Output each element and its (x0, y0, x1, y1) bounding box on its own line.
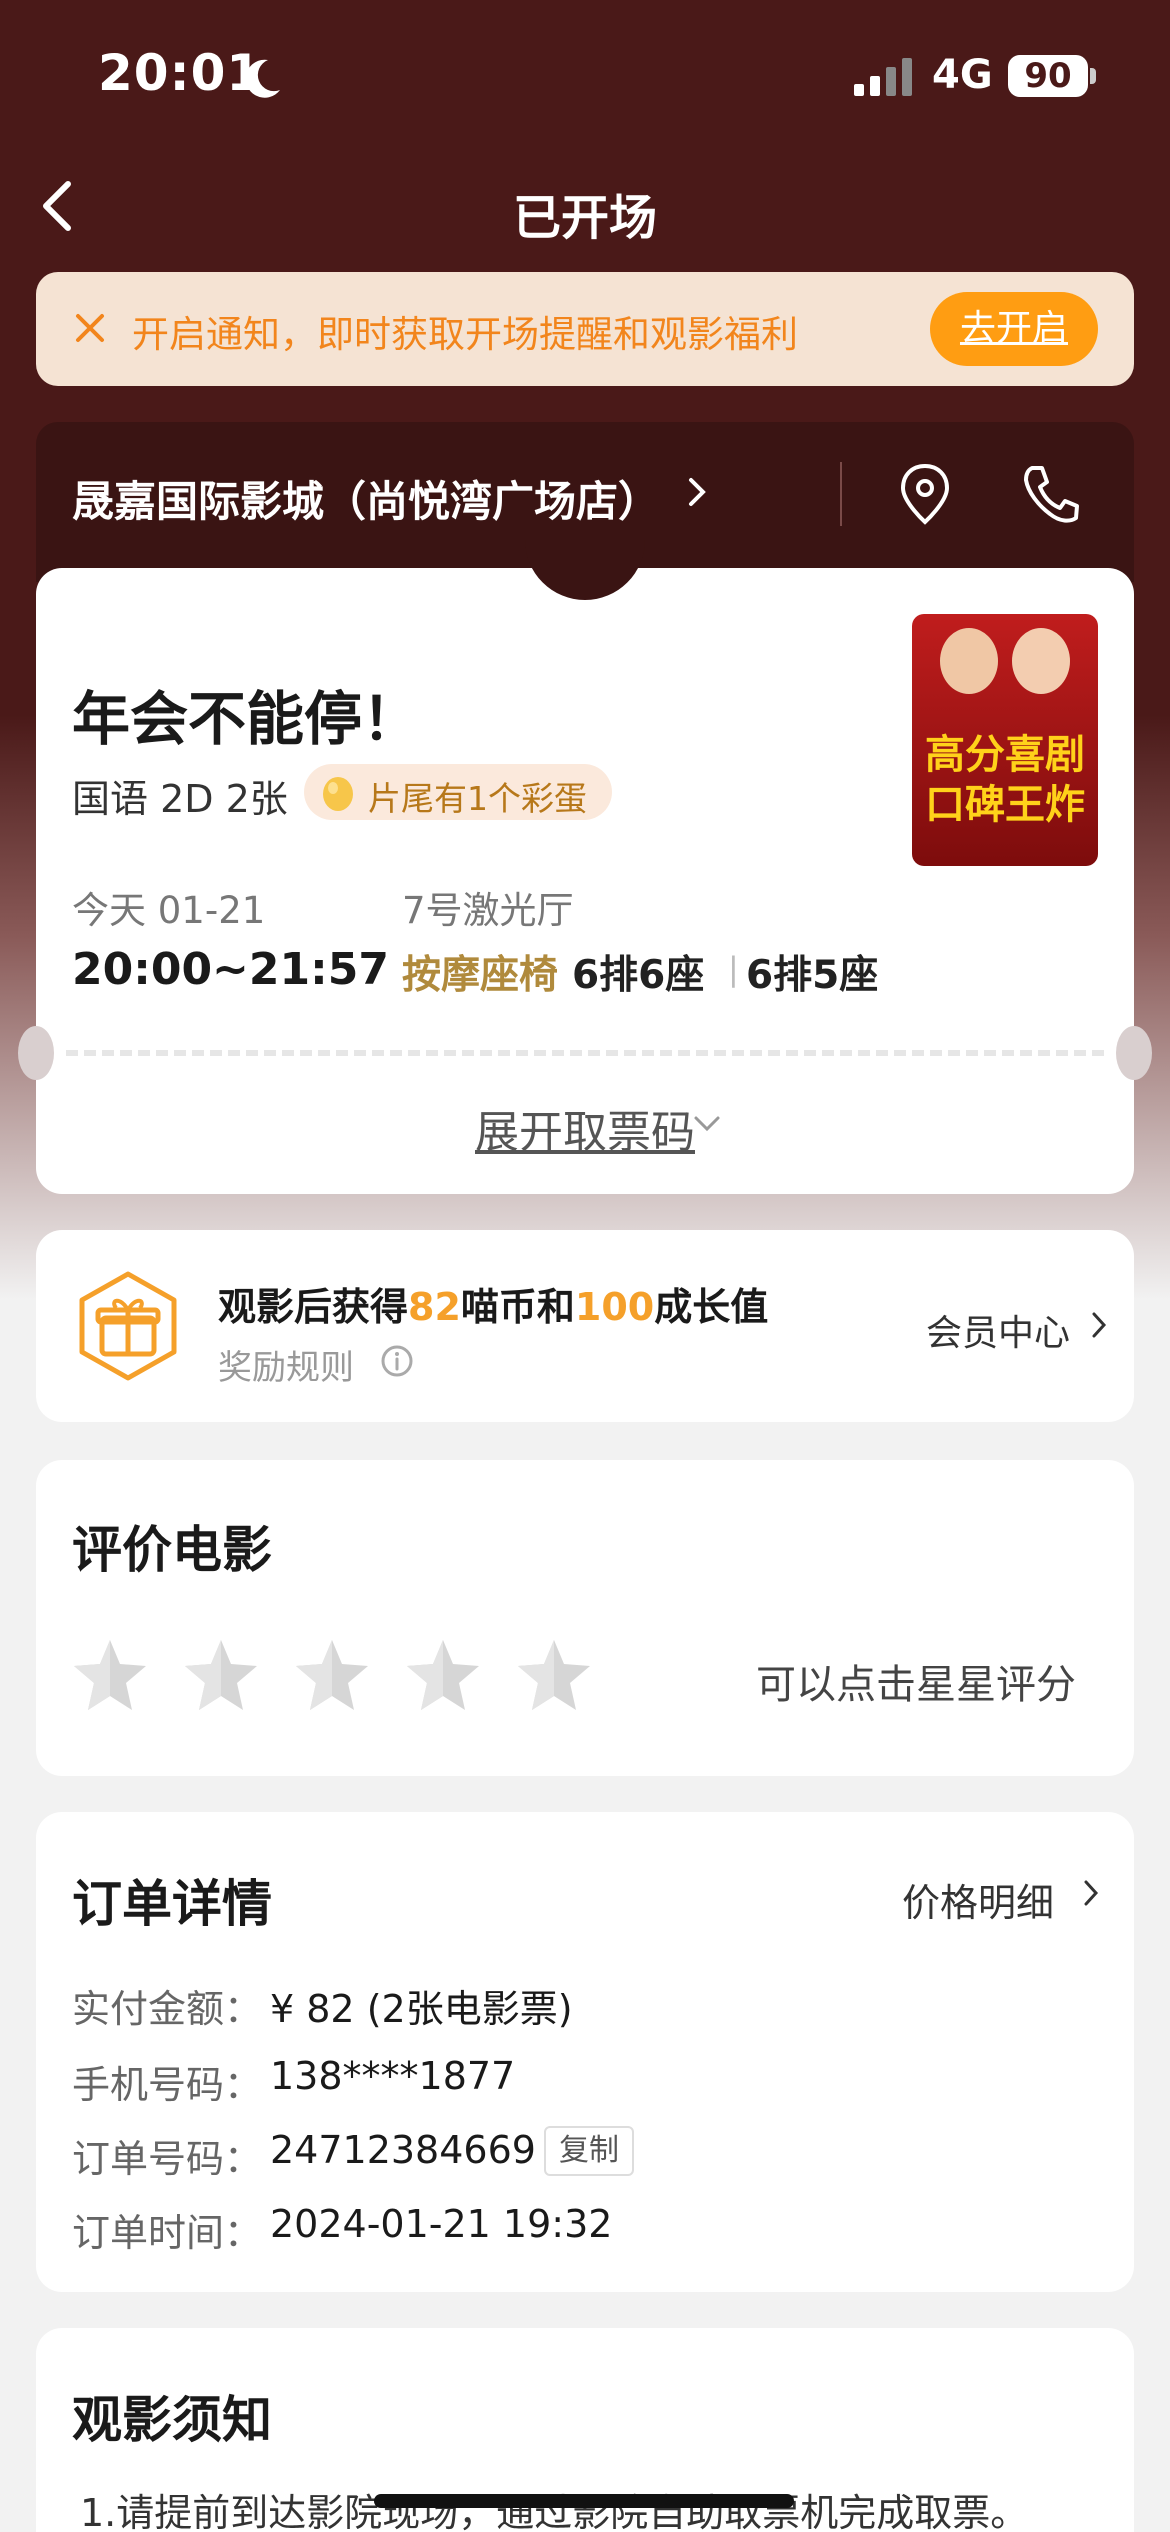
ticket-hole (18, 1026, 54, 1080)
rating-card (36, 1460, 1134, 1776)
hall-name: 7号激光厅 (402, 889, 574, 932)
cinema-name[interactable]: 晟嘉国际影城（尚悦湾广场店） (72, 468, 660, 529)
copy-button[interactable]: 复制 (544, 2126, 634, 2176)
movie-meta: 国语 2D 2张 (72, 777, 288, 821)
chevron-down-icon[interactable] (692, 1114, 722, 1134)
seat-label: 6排6座 (572, 953, 705, 998)
gift-icon (79, 1271, 177, 1381)
home-indicator[interactable] (374, 2494, 794, 2508)
expand-label[interactable]: 展开取票码 (475, 1107, 695, 1158)
notice-title: 观影须知 (72, 2391, 272, 2449)
order-value: 2024-01-21 19:32 (270, 2202, 613, 2246)
divider (840, 462, 842, 526)
expand-ticket-code[interactable]: 展开取票码 (0, 1096, 1170, 1160)
moon-icon (245, 59, 280, 98)
chevron-right-icon[interactable] (1082, 1878, 1100, 1908)
seat-separator: | (728, 950, 739, 988)
show-date: 今天 01-21 (72, 889, 266, 932)
reward-growth: 100 (574, 1285, 655, 1329)
star-icon[interactable] (181, 1636, 261, 1716)
price-detail-link[interactable]: 价格明细 (902, 1872, 1054, 1927)
enable-notify-button[interactable]: 去开启 (930, 292, 1098, 366)
movie-title: 年会不能停！ (72, 685, 421, 753)
ticket-divider (66, 1050, 1104, 1056)
chevron-right-icon[interactable] (686, 474, 708, 510)
order-value: 138****1877 (270, 2054, 516, 2098)
rating-title: 评价电影 (72, 1521, 272, 1579)
reward-text-post: 成长值 (654, 1285, 769, 1329)
close-icon[interactable] (72, 310, 108, 346)
order-label: 订单时间： (72, 2211, 263, 2255)
member-center-link[interactable]: 会员中心 (926, 1304, 1070, 1356)
star-icon[interactable] (514, 1636, 594, 1716)
seat-type: 按摩座椅 (402, 953, 559, 998)
order-label: 订单号码： (72, 2137, 263, 2181)
page-title: 已开场 (512, 190, 657, 246)
notify-text: 开启通知，即时获取开场提醒和观影福利 (132, 313, 798, 356)
star-icon[interactable] (70, 1636, 150, 1716)
reward-coins: 82 (408, 1285, 461, 1329)
egg-text: 片尾有1个彩蛋 (368, 779, 587, 818)
poster-face (1012, 628, 1070, 694)
order-value: ¥ 82 (2张电影票) (270, 1987, 573, 2031)
reward-text-pre: 观影后获得 (218, 1285, 409, 1329)
order-value: 24712384669 (270, 2128, 536, 2172)
egg-icon (323, 777, 353, 811)
info-icon[interactable] (380, 1344, 414, 1378)
reward-text-mid: 喵币和 (460, 1285, 575, 1329)
show-time: 20:00~21:57 (72, 944, 389, 995)
rating-hint: 可以点击星星评分 (756, 1662, 1076, 1708)
ticket-hole (1116, 1026, 1152, 1080)
star-icon[interactable] (403, 1636, 483, 1716)
reward-text: 观影后获得82喵币和100成长值 (218, 1276, 768, 1331)
poster-text: 高分喜剧 口碑王炸 (925, 732, 1085, 828)
battery-nub (1090, 68, 1096, 84)
signal-icon (854, 58, 912, 96)
seat-label: 6排5座 (746, 953, 879, 998)
order-title: 订单详情 (72, 1875, 272, 1933)
order-label: 手机号码： (72, 2063, 263, 2107)
order-label: 实付金额： (72, 1987, 263, 2031)
reward-rule-link[interactable]: 奖励规则 (218, 1340, 354, 1389)
poster-face (940, 628, 998, 694)
chevron-right-icon[interactable] (1090, 1310, 1108, 1340)
network-label: 4G (932, 52, 993, 98)
phone-icon[interactable] (1020, 462, 1080, 526)
location-icon[interactable] (898, 462, 952, 526)
star-icon[interactable] (292, 1636, 372, 1716)
battery-indicator: 90 (1008, 55, 1088, 97)
